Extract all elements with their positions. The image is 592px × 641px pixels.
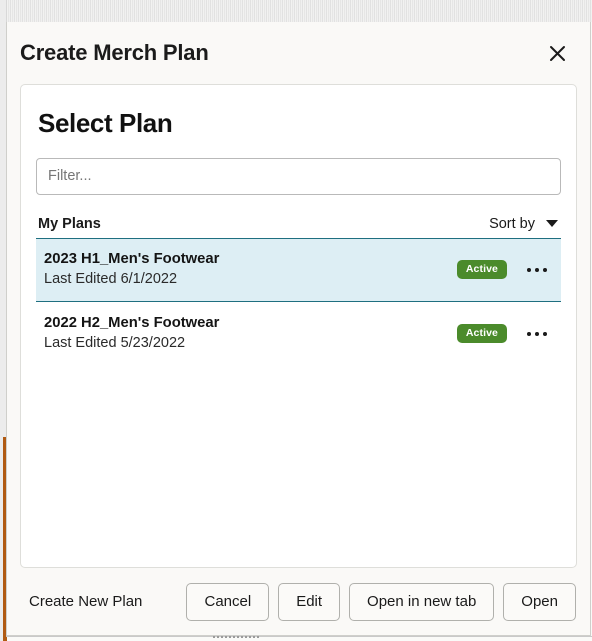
ellipsis-horizontal-icon: [527, 267, 547, 272]
close-dialog-button[interactable]: [544, 40, 570, 66]
select-plan-card: Select Plan My Plans Sort by 2023 H1_Men…: [20, 84, 577, 568]
plan-list-header: My Plans Sort by: [36, 216, 561, 239]
plan-item-last-edited: Last Edited 5/23/2022: [44, 334, 186, 351]
plan-item-name: 2022 H2_Men's Footwear: [44, 314, 220, 331]
cancel-button[interactable]: Cancel: [186, 582, 270, 621]
plan-item-text: 2023 H1_Men's Footwear Last Edited 6/1/2…: [44, 250, 457, 290]
sort-by-label: Sort by: [489, 215, 535, 232]
open-in-new-tab-button[interactable]: Open in new tab: [349, 582, 495, 621]
status-badge: Active: [456, 259, 507, 280]
plan-item-last-edited: Last Edited 6/1/2022: [44, 270, 178, 287]
plan-list: 2023 H1_Men's Footwear Last Edited 6/1/2…: [36, 237, 561, 366]
chevron-down-icon: [546, 219, 558, 227]
plan-list-item[interactable]: 2022 H2_Men's Footwear Last Edited 5/23/…: [36, 302, 561, 366]
open-button[interactable]: Open: [503, 582, 576, 621]
background-texture-strip: [0, 0, 592, 22]
plan-list-item[interactable]: 2023 H1_Men's Footwear Last Edited 6/1/2…: [36, 237, 561, 302]
select-plan-heading: Select Plan: [38, 108, 173, 138]
background-bottom-rule: [6, 636, 592, 637]
plan-filter-input[interactable]: [36, 157, 561, 195]
filter-field-wrapper: [36, 157, 561, 195]
create-merch-plan-dialog: Create Merch Plan Select Plan My Plans S…: [6, 22, 591, 636]
plan-item-text: 2022 H2_Men's Footwear Last Edited 5/23/…: [44, 314, 457, 354]
create-new-plan-button[interactable]: Create New Plan: [29, 593, 142, 610]
close-icon: [549, 45, 566, 62]
plan-item-name: 2023 H1_Men's Footwear: [44, 250, 220, 267]
status-badge: Active: [456, 323, 507, 344]
dialog-header: Create Merch Plan: [7, 22, 590, 84]
page-background: Create Merch Plan Select Plan My Plans S…: [0, 0, 592, 641]
my-plans-label: My Plans: [38, 215, 101, 232]
plan-item-menu-button[interactable]: [519, 319, 555, 349]
ellipsis-horizontal-icon: [527, 331, 547, 336]
dialog-title: Create Merch Plan: [20, 40, 209, 65]
sort-by-button[interactable]: Sort by: [489, 216, 558, 232]
dialog-footer: Create New Plan Cancel Edit Open in new …: [7, 568, 590, 635]
plan-item-menu-button[interactable]: [519, 255, 555, 285]
footer-action-buttons: Cancel Edit Open in new tab Open: [186, 582, 576, 621]
edit-button[interactable]: Edit: [278, 582, 341, 621]
